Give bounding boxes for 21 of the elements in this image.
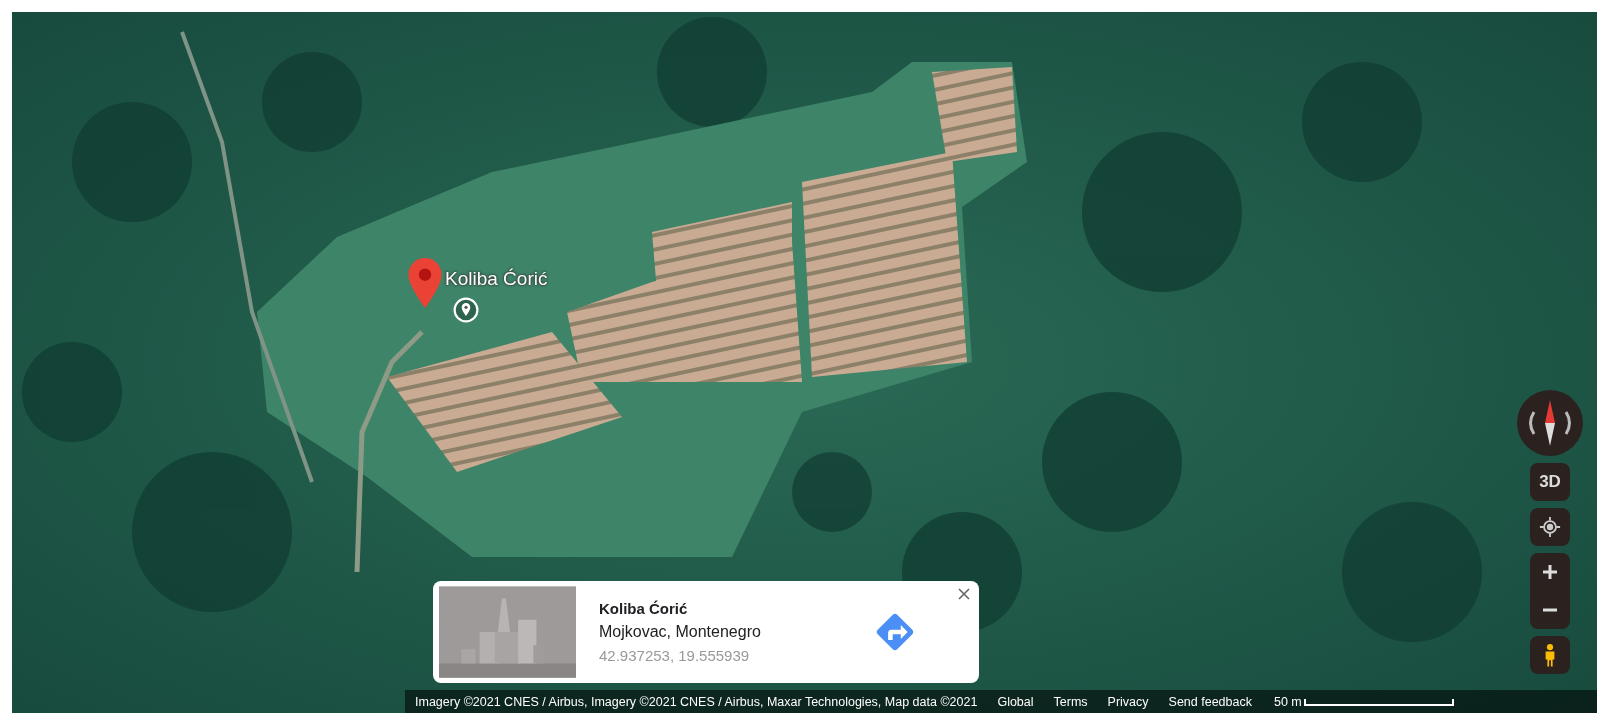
pegman-icon xyxy=(1543,643,1557,667)
scale-label: 50 m xyxy=(1273,694,1302,709)
plus-icon xyxy=(1542,564,1558,580)
place-address: Mojkovac, Montenegro xyxy=(599,623,762,641)
tilt-button[interactable]: 3D xyxy=(1530,463,1570,501)
location-marker-icon[interactable] xyxy=(453,297,479,323)
footer-link[interactable]: Privacy xyxy=(1107,694,1149,709)
my-location-button[interactable] xyxy=(1530,508,1570,546)
place-coordinates: 42.937253, 19.555939 xyxy=(599,647,751,664)
close-icon[interactable] xyxy=(957,587,971,601)
scale-bar-icon xyxy=(1303,697,1454,706)
imagery-attribution: Imagery ©2021 CNES / Airbus, Imagery ©2021 CNES / Airbus, Maxar Technologies, Map data ©2021 xyxy=(415,694,978,709)
footer-link[interactable]: Terms xyxy=(1053,694,1088,709)
compass-icon[interactable] xyxy=(1517,390,1583,456)
footer-link[interactable]: Send feedback xyxy=(1168,694,1252,709)
minus-icon xyxy=(1542,608,1558,612)
place-title: Koliba Ćorić xyxy=(599,600,689,617)
crosshair-icon xyxy=(1539,516,1561,538)
footer-link[interactable]: Global xyxy=(997,694,1034,709)
place-label[interactable]: Koliba Ćorić xyxy=(445,268,548,290)
street-view-button[interactable] xyxy=(1530,636,1570,674)
